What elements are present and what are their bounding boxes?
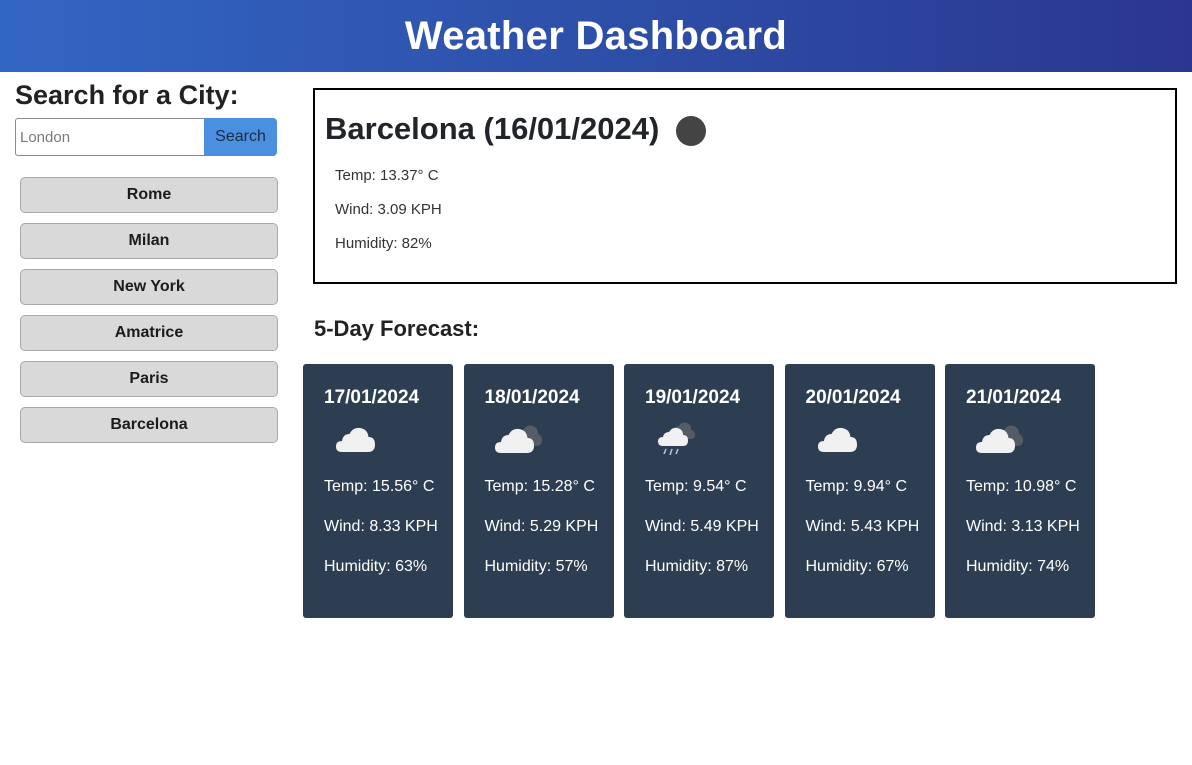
city-search-input[interactable] — [15, 118, 204, 156]
forecast-humidity: Humidity: 67% — [805, 558, 909, 575]
current-temp: Temp: 13.37° C — [335, 167, 439, 184]
forecast-humidity: Humidity: 57% — [484, 558, 588, 575]
search-form: Search — [15, 118, 278, 156]
forecast-wind: Wind: 8.33 KPH — [324, 518, 438, 535]
rain-cloud-icon — [658, 422, 695, 456]
cloud-icon — [336, 427, 375, 452]
weather-icon — [676, 116, 707, 146]
forecast-date: 21/01/2024 — [966, 387, 1062, 408]
current-wind: Wind: 3.09 KPH — [335, 201, 442, 218]
forecast-card: 20/01/2024 Temp: 9.94° C Wind: 5.43 KPH … — [784, 364, 935, 618]
page-title: Weather Dashboard — [404, 13, 788, 58]
forecast-temp: Temp: 10.98° C — [966, 478, 1077, 495]
forecast-wind: Wind: 3.13 KPH — [966, 518, 1080, 535]
history-button-milan[interactable]: Milan — [20, 223, 278, 259]
forecast-card: 18/01/2024 Temp: 15.28° C Wind: 5.29 KPH… — [463, 364, 614, 618]
forecast-date: 20/01/2024 — [805, 387, 901, 408]
history-button-barcelona[interactable]: Barcelona — [20, 407, 278, 443]
current-stats: Temp: 13.37° C Wind: 3.09 KPH Humidity: … — [325, 159, 1165, 261]
forecast-temp: Temp: 9.54° C — [645, 478, 747, 495]
search-heading: Search for a City: — [15, 80, 239, 110]
forecast-wind: Wind: 5.43 KPH — [805, 518, 920, 535]
search-history: Rome Milan New York Amatrice Paris Barce… — [15, 177, 278, 443]
current-humidity: Humidity: 82% — [335, 235, 432, 252]
forecast-humidity: Humidity: 63% — [324, 558, 428, 575]
forecast-wind: Wind: 5.29 KPH — [484, 518, 599, 535]
forecast-date: 19/01/2024 — [645, 387, 741, 408]
search-button[interactable]: Search — [204, 118, 277, 156]
forecast-temp: Temp: 9.94° C — [805, 478, 908, 495]
current-title-row: Barcelona (16/01/2024) — [325, 111, 1165, 147]
history-button-rome[interactable]: Rome — [20, 177, 278, 213]
forecast-humidity: Humidity: 87% — [645, 558, 749, 575]
history-button-paris[interactable]: Paris — [20, 361, 278, 397]
app-header: Weather Dashboard — [0, 0, 1192, 72]
forecast-date: 17/01/2024 — [324, 387, 420, 408]
forecast-card: 19/01/2024 Temp: 9.54° C Wind: 5.49 KPH … — [624, 364, 774, 618]
forecast-date: 18/01/2024 — [484, 387, 580, 408]
forecast-heading: 5-Day Forecast: — [314, 316, 480, 341]
cloud-icon — [817, 427, 857, 452]
current-weather-panel: Barcelona (16/01/2024) Temp: 13.37° C Wi… — [313, 88, 1177, 284]
forecast-card: 17/01/2024 Temp: 15.56° C Wind: 8.33 KPH… — [303, 364, 453, 618]
sidebar: Search for a City: Search Rome Milan New… — [15, 72, 278, 453]
forecast-humidity: Humidity: 74% — [966, 558, 1070, 575]
forecast-temp: Temp: 15.28° C — [484, 478, 595, 495]
forecast-cards: 17/01/2024 Temp: 15.56° C Wind: 8.33 KPH… — [303, 364, 1106, 618]
forecast-card: 21/01/2024 Temp: 10.98° C Wind: 3.13 KPH… — [945, 364, 1095, 618]
broken-clouds-icon — [976, 425, 1023, 453]
forecast-wind: Wind: 5.49 KPH — [645, 518, 759, 535]
history-button-amatrice[interactable]: Amatrice — [20, 315, 278, 351]
forecast-temp: Temp: 15.56° C — [324, 478, 435, 495]
current-city-title: Barcelona (16/01/2024) — [325, 111, 660, 146]
broken-clouds-icon — [494, 425, 542, 453]
history-button-new-york[interactable]: New York — [20, 269, 278, 305]
